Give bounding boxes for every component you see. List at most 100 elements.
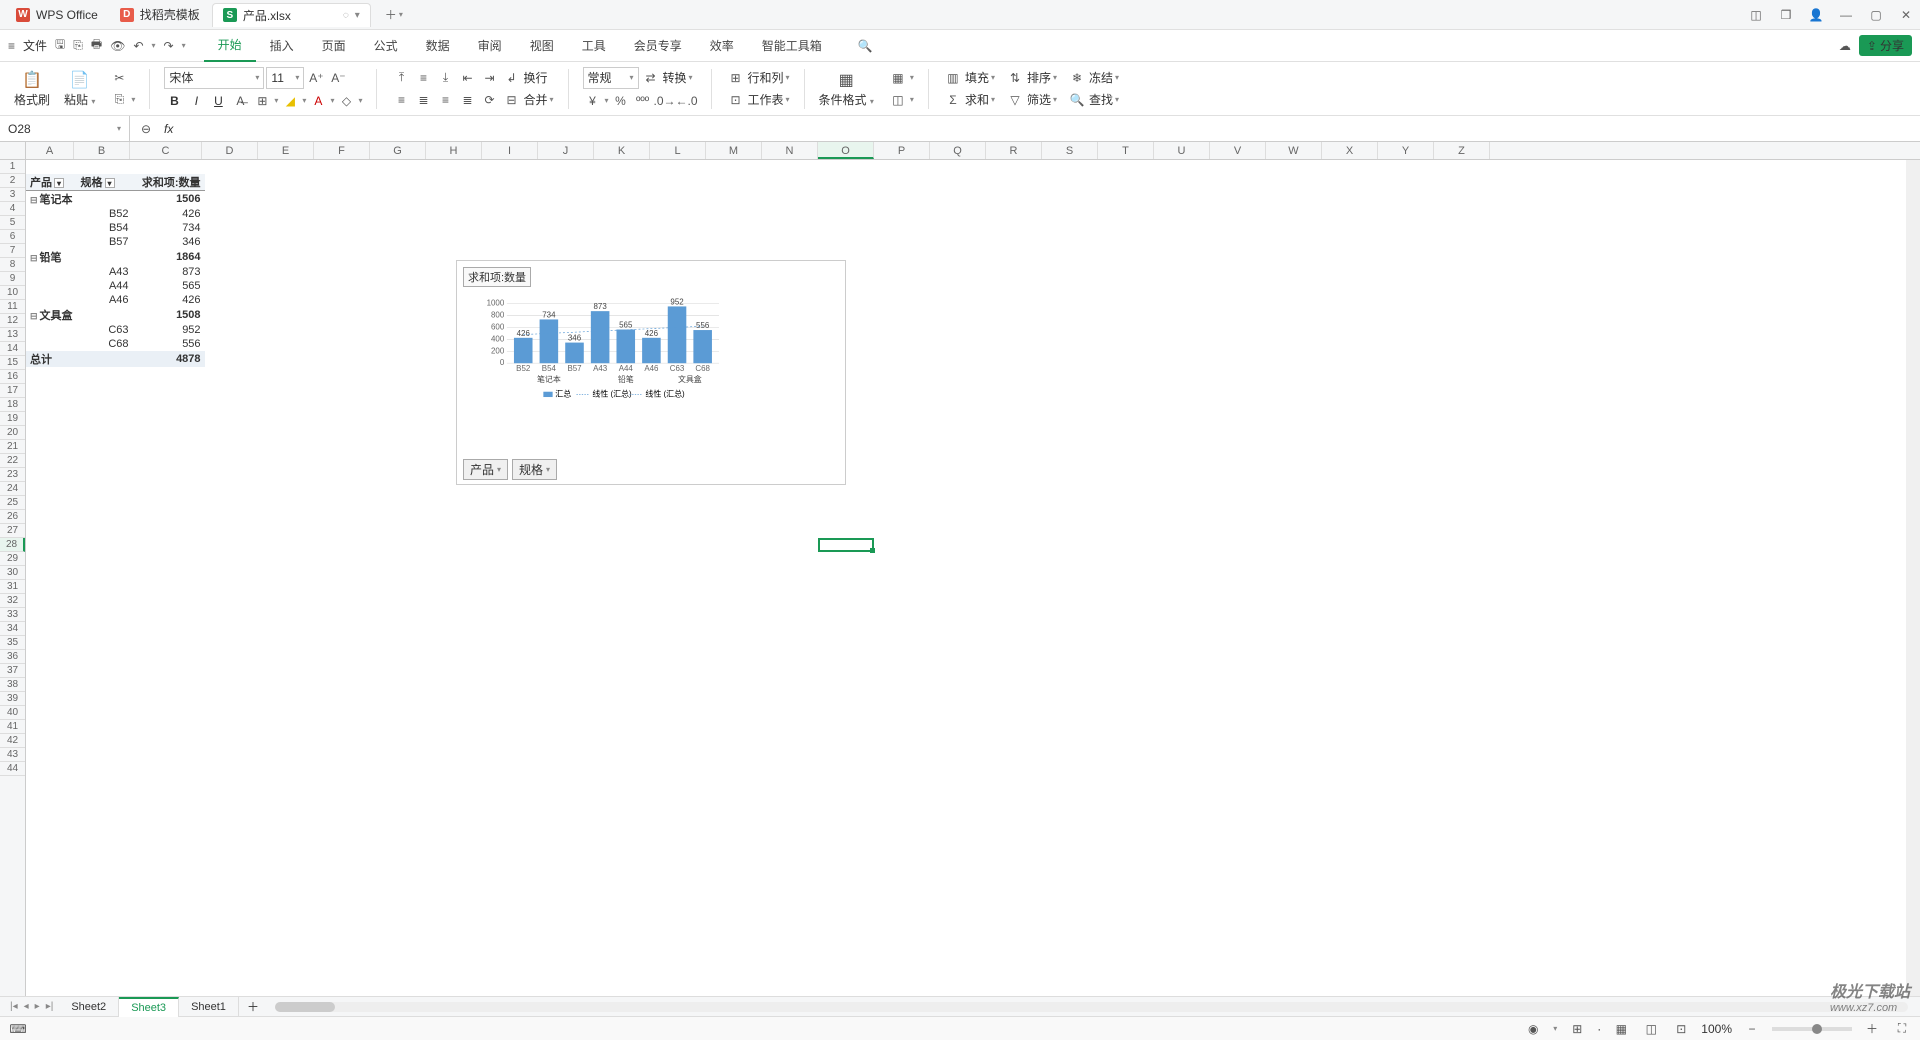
decrease-font-icon[interactable]: A⁻	[328, 68, 348, 88]
col-header[interactable]: I	[482, 142, 538, 159]
search-icon[interactable]: 🔍	[858, 39, 873, 53]
close-window-icon[interactable]: ✕	[1898, 7, 1914, 23]
dec-inc-icon[interactable]: .0→	[655, 91, 675, 111]
ribbon-tab-vip[interactable]: 会员专享	[620, 30, 696, 62]
row-header[interactable]: 31	[0, 580, 25, 594]
ribbon-tab-page[interactable]: 页面	[308, 30, 360, 62]
cond-format-button[interactable]: ▦条件格式 ▾	[815, 68, 878, 110]
cell-style-icon[interactable]: ◫	[888, 90, 908, 110]
col-header[interactable]: S	[1042, 142, 1098, 159]
font-color-icon[interactable]: A	[308, 91, 328, 111]
redo-icon[interactable]: ↷	[164, 39, 174, 53]
align-center-icon[interactable]: ≣	[413, 90, 433, 110]
col-header[interactable]: T	[1098, 142, 1154, 159]
currency-icon[interactable]: ¥	[583, 91, 603, 111]
row-header[interactable]: 25	[0, 496, 25, 510]
row-header[interactable]: 44	[0, 762, 25, 776]
ribbon-tab-tools[interactable]: 工具	[568, 30, 620, 62]
filter-button[interactable]: ▽	[1005, 90, 1025, 110]
row-header[interactable]: 28	[0, 538, 25, 552]
col-header[interactable]: K	[594, 142, 650, 159]
font-size-select[interactable]: 11▾	[266, 67, 304, 89]
row-header[interactable]: 26	[0, 510, 25, 524]
ribbon-tab-home[interactable]: 开始	[204, 30, 256, 62]
row-header[interactable]: 17	[0, 384, 25, 398]
col-header[interactable]: O	[818, 142, 874, 159]
ribbon-tab-insert[interactable]: 插入	[256, 30, 308, 62]
col-header[interactable]: U	[1154, 142, 1210, 159]
save-icon[interactable]: 🖫	[55, 35, 65, 56]
ribbon-tab-smart[interactable]: 智能工具箱	[748, 30, 836, 62]
copy-icon[interactable]: ⎘	[109, 90, 129, 110]
col-header[interactable]: Y	[1378, 142, 1434, 159]
row-header[interactable]: 8	[0, 258, 25, 272]
worksheet-button[interactable]: ⊡	[726, 90, 746, 110]
share-button[interactable]: ⇪分享	[1859, 35, 1912, 56]
app-tab-file[interactable]: S 产品.xlsx ◌ ▾	[212, 3, 371, 27]
col-header[interactable]: F	[314, 142, 370, 159]
app-tab-template[interactable]: D 找稻壳模板	[110, 3, 210, 27]
orientation-icon[interactable]: ⟳	[479, 90, 499, 110]
fullscreen-icon[interactable]: ⛶	[1892, 1019, 1912, 1039]
row-header[interactable]: 30	[0, 566, 25, 580]
row-header[interactable]: 15	[0, 356, 25, 370]
pivot-table[interactable]: 产品▾规格▾求和项:数量⊟笔记本1506B52426B54734B57346⊟铅…	[26, 174, 205, 367]
col-header[interactable]: Z	[1434, 142, 1490, 159]
col-header[interactable]: N	[762, 142, 818, 159]
spreadsheet-grid[interactable]: ABCDEFGHIJKLMNOPQRSTUVWXYZ 1234567891011…	[0, 142, 1920, 996]
row-header[interactable]: 40	[0, 706, 25, 720]
grid-mode-icon[interactable]: ⊞	[1567, 1019, 1587, 1039]
col-header[interactable]: E	[258, 142, 314, 159]
row-header[interactable]: 21	[0, 440, 25, 454]
wrap-button[interactable]: ↲	[501, 68, 521, 88]
view-break-icon[interactable]: ⊡	[1671, 1019, 1691, 1039]
new-tab-button[interactable]: ＋	[383, 7, 399, 23]
sheet-tab-0[interactable]: Sheet2	[59, 997, 119, 1017]
strike-icon[interactable]: A̶	[230, 91, 250, 111]
close-tab-icon[interactable]: ▾	[355, 10, 360, 21]
align-middle-icon[interactable]: ≡	[413, 68, 433, 88]
row-header[interactable]: 27	[0, 524, 25, 538]
view-page-icon[interactable]: ◫	[1641, 1019, 1661, 1039]
freeze-button[interactable]: ❄	[1067, 68, 1087, 88]
add-sheet-button[interactable]: ＋	[239, 998, 267, 1015]
rowcol-button[interactable]: ⊞	[726, 68, 746, 88]
sheet-nav-prev[interactable]: ◂	[22, 1001, 31, 1012]
row-header[interactable]: 13	[0, 328, 25, 342]
row-header[interactable]: 4	[0, 202, 25, 216]
row-header[interactable]: 33	[0, 608, 25, 622]
ribbon-tab-data[interactable]: 数据	[412, 30, 464, 62]
col-header[interactable]: J	[538, 142, 594, 159]
minimize-icon[interactable]: —	[1838, 7, 1854, 23]
row-header[interactable]: 2	[0, 174, 25, 188]
ribbon-tab-formula[interactable]: 公式	[360, 30, 412, 62]
number-format-select[interactable]: 常规▾	[583, 67, 639, 89]
merge-button[interactable]: ⊟	[501, 90, 521, 110]
row-header[interactable]: 19	[0, 412, 25, 426]
align-right-icon[interactable]: ≡	[435, 90, 455, 110]
share-link-icon[interactable]: ⎘	[73, 38, 83, 53]
cube-icon[interactable]: ❒	[1778, 7, 1794, 23]
avatar-icon[interactable]: 👤	[1808, 7, 1824, 23]
sum-button[interactable]: Σ	[943, 90, 963, 110]
name-box[interactable]: O28▾	[0, 116, 130, 141]
select-all-corner[interactable]	[0, 142, 26, 159]
col-header[interactable]: D	[202, 142, 258, 159]
row-header[interactable]: 22	[0, 454, 25, 468]
col-header[interactable]: V	[1210, 142, 1266, 159]
row-header[interactable]: 37	[0, 664, 25, 678]
horizontal-scrollbar[interactable]	[275, 1002, 1908, 1012]
row-header[interactable]: 1	[0, 160, 25, 174]
table-style-icon[interactable]: ▦	[888, 68, 908, 88]
col-header[interactable]: H	[426, 142, 482, 159]
input-mode-icon[interactable]: ⌨	[8, 1019, 28, 1039]
chart-filter-product[interactable]: 产品▾	[463, 459, 508, 480]
fill-button[interactable]: ▥	[943, 68, 963, 88]
sheet-nav-first[interactable]: |◂	[8, 1001, 20, 1012]
row-header[interactable]: 34	[0, 622, 25, 636]
undo-icon[interactable]: ↶	[133, 39, 143, 53]
hamburger-icon[interactable]: ≡	[8, 39, 15, 53]
preview-icon[interactable]: 👁	[110, 39, 125, 53]
view-normal-icon[interactable]: ▦	[1611, 1019, 1631, 1039]
col-header[interactable]: Q	[930, 142, 986, 159]
